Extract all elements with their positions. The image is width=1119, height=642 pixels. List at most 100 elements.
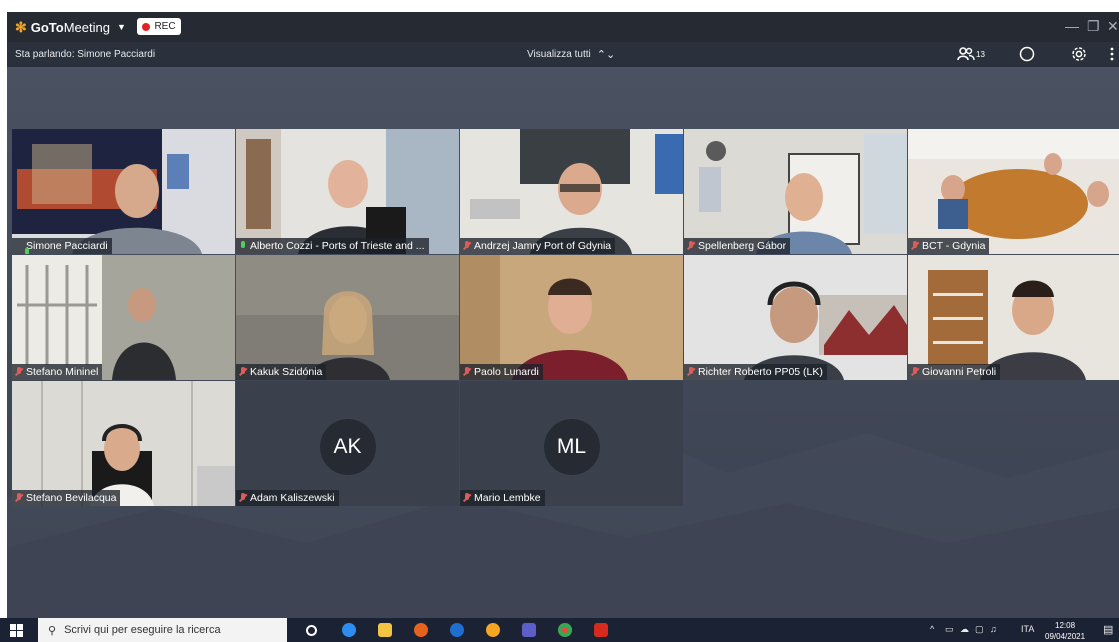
mic-speaking-icon [23, 248, 31, 254]
edge-browser-icon[interactable] [342, 623, 356, 637]
video-feed [460, 129, 683, 254]
video-stage: Simone Pacciardi Alberto Cozzi - Ports o… [7, 67, 1119, 618]
gotomeeting-taskbar-icon[interactable] [486, 623, 500, 637]
mic-muted-icon [239, 493, 247, 503]
participant-tile[interactable]: Stefano Mininel [12, 255, 235, 380]
search-icon: ⚲ [48, 624, 57, 637]
participant-tile[interactable]: Giovanni Petroli [908, 255, 1119, 380]
acrobat-icon[interactable] [594, 623, 608, 637]
cortana-icon[interactable] [306, 625, 317, 636]
participant-tile[interactable]: Richter Roberto PP05 (LK) [684, 255, 907, 380]
mic-muted-icon [911, 367, 919, 377]
mic-muted-icon [239, 367, 247, 377]
taskbar-search-input[interactable]: ⚲ Scrivi qui per eseguire la ricerca [38, 618, 287, 642]
rec-label: REC [154, 21, 176, 32]
close-button[interactable]: ✕ [1107, 18, 1119, 35]
view-all-label: Visualizza tutti [527, 49, 591, 60]
gear-icon [1072, 47, 1086, 61]
active-speaker-label: Sta parlando: Simone Pacciardi [15, 49, 156, 60]
recording-badge[interactable]: REC [137, 18, 181, 35]
brand-goto: GoTo [30, 19, 64, 35]
participant-name: Andrzej Jamry Port of Gdynia [474, 240, 612, 252]
tray-network-icon[interactable]: ▭ [945, 624, 954, 635]
brand-meeting: Meeting [63, 19, 110, 35]
video-feed [460, 255, 683, 380]
more-vertical-icon [1110, 47, 1114, 61]
video-feed [908, 255, 1119, 380]
tray-chevron-up-icon[interactable]: ^ [930, 624, 934, 634]
language-indicator[interactable]: ITA [1021, 624, 1034, 634]
chrome-icon[interactable] [558, 623, 572, 637]
app-icon[interactable] [450, 623, 464, 637]
participant-name-label: Richter Roberto PP05 (LK) [684, 364, 827, 380]
participant-tile[interactable]: ML Mario Lembke [460, 381, 683, 506]
participant-tile[interactable]: Paolo Lunardi [460, 255, 683, 380]
participant-tile[interactable]: Alberto Cozzi - Ports of Trieste and ... [236, 129, 459, 254]
participant-tile[interactable]: Kakuk Szidónia [236, 255, 459, 380]
restore-button[interactable]: ❐ [1087, 18, 1100, 35]
notifications-icon[interactable]: ▤ [1103, 623, 1113, 636]
mic-muted-icon [463, 241, 471, 251]
participant-name: BCT - Gdynia [922, 240, 986, 252]
teams-icon[interactable] [522, 623, 536, 637]
title-bar: ✻ GoTo Meeting ▼ REC — ❐ ✕ [7, 12, 1119, 42]
clock[interactable]: 12:08 09/04/2021 [1045, 620, 1085, 642]
tray-display-icon[interactable]: ▢ [975, 624, 984, 635]
participant-name-label: Simone Pacciardi [12, 238, 112, 254]
video-feed [236, 255, 459, 380]
gotomeeting-window: ✻ GoTo Meeting ▼ REC — ❐ ✕ Sta parlando: … [7, 12, 1119, 618]
participant-name-label: Spellenberg Gábor [684, 238, 791, 254]
participant-name: Stefano Mininel [26, 366, 99, 378]
clock-time: 12:08 [1055, 621, 1076, 630]
participant-name-label: Kakuk Szidónia [236, 364, 327, 380]
avatar: AK [319, 419, 376, 475]
windows-logo-icon [17, 624, 23, 630]
file-explorer-icon[interactable] [378, 623, 392, 637]
app-menu-button[interactable]: ✻ GoTo Meeting ▼ [15, 19, 126, 35]
participant-tile[interactable]: AK Adam Kaliszewski [236, 381, 459, 506]
meeting-toolbar: Sta parlando: Simone Pacciardi Visualizz… [7, 42, 1119, 67]
windows-logo-icon [10, 631, 16, 637]
participant-tile[interactable]: Spellenberg Gábor [684, 129, 907, 254]
chevron-updown-icon: ⌃⌄ [596, 49, 616, 61]
people-icon [957, 47, 975, 61]
mic-muted-icon [15, 493, 23, 503]
participant-name-label: Giovanni Petroli [908, 364, 1001, 380]
volume-icon[interactable]: ♫ [990, 624, 997, 634]
video-feed [12, 255, 235, 380]
participant-name-label: Stefano Bevilacqua [12, 490, 121, 506]
settings-button[interactable] [1071, 45, 1087, 63]
view-all-dropdown[interactable]: Visualizza tutti ⌃⌄ [527, 48, 615, 61]
mic-muted-icon [15, 367, 23, 377]
video-feed [236, 129, 459, 254]
participant-tile[interactable]: Andrzej Jamry Port of Gdynia [460, 129, 683, 254]
participant-name-label: Stefano Mininel [12, 364, 103, 380]
chevron-down-icon: ▼ [116, 22, 126, 32]
onedrive-icon[interactable]: ☁ [960, 624, 969, 635]
participant-name: Mario Lembke [474, 492, 541, 504]
video-feed [12, 129, 235, 254]
firefox-icon[interactable] [414, 623, 428, 637]
participant-name: Paolo Lunardi [474, 366, 539, 378]
participant-name-label: Mario Lembke [460, 490, 545, 506]
participant-name-label: Paolo Lunardi [460, 364, 543, 380]
participant-tile[interactable]: BCT - Gdynia [908, 129, 1119, 254]
participant-tile[interactable]: Stefano Bevilacqua [12, 381, 235, 506]
mic-on-icon [239, 241, 247, 251]
windows-start-button[interactable] [10, 624, 23, 637]
video-feed [12, 381, 235, 506]
participant-name: Spellenberg Gábor [698, 240, 787, 252]
mic-muted-icon [687, 367, 695, 377]
video-feed [684, 129, 907, 254]
minimize-button[interactable]: — [1065, 18, 1079, 34]
participant-tile[interactable]: Simone Pacciardi [12, 129, 235, 254]
clock-date: 09/04/2021 [1045, 632, 1086, 641]
attendees-button[interactable]: 13 [957, 45, 985, 63]
participant-name: Richter Roberto PP05 (LK) [698, 366, 823, 378]
gotomeeting-logo-icon: ✻ [15, 18, 27, 35]
participant-name: Simone Pacciardi [26, 240, 108, 252]
record-dot-icon [142, 22, 151, 31]
chat-button[interactable] [1019, 45, 1035, 63]
mic-muted-icon [463, 367, 471, 377]
more-options-button[interactable] [1110, 45, 1114, 63]
